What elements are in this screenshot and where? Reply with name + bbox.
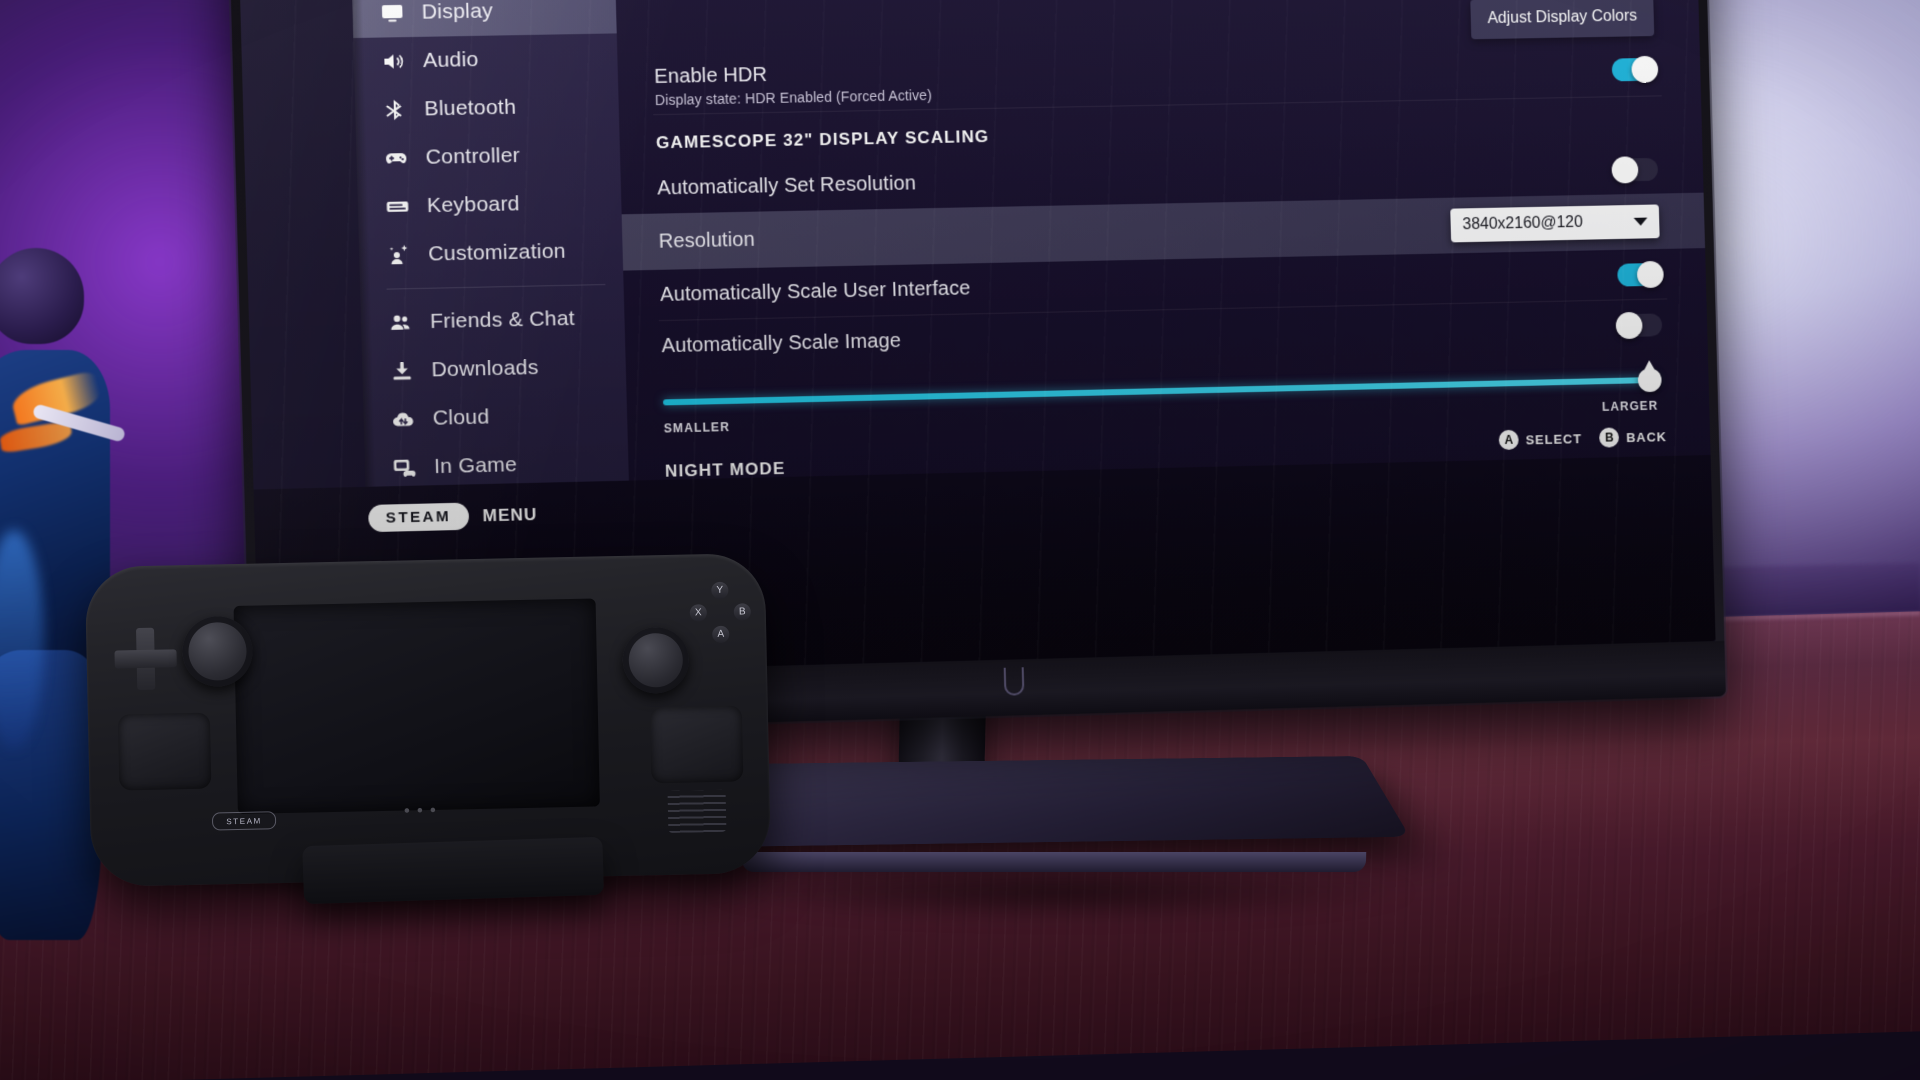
- keyboard-icon: [384, 193, 411, 220]
- resolution-dropdown[interactable]: 3840x2160@120: [1450, 204, 1660, 243]
- sidebar-item-label: Friends & Chat: [429, 306, 576, 334]
- toggle-knob: [1615, 311, 1643, 339]
- sidebar-item-bluetooth[interactable]: Bluetooth: [355, 82, 620, 135]
- monitor-icon: [379, 0, 406, 26]
- hdr-toggle[interactable]: [1611, 55, 1659, 83]
- dpad[interactable]: [114, 627, 177, 690]
- slider-knob[interactable]: [1637, 367, 1662, 393]
- y-button[interactable]: Y: [711, 581, 729, 600]
- adjust-display-colors-button[interactable]: Adjust Display Colors: [1470, 0, 1655, 40]
- auto-set-resolution-toggle[interactable]: [1611, 155, 1659, 184]
- sidebar-item-keyboard[interactable]: Keyboard: [357, 178, 622, 232]
- chevron-down-icon: [1633, 217, 1648, 226]
- in-game-icon: [391, 454, 418, 481]
- hint-back-label: BACK: [1625, 428, 1668, 445]
- sidebar-item-audio[interactable]: Audio: [353, 33, 618, 86]
- display-settings-panel: Enable Adaptive Brightness Adjust Displa…: [613, 0, 1711, 481]
- face-buttons[interactable]: Y X B A: [683, 581, 759, 657]
- slider-min-label: SMALLER: [663, 419, 731, 436]
- a-button[interactable]: A: [712, 625, 730, 644]
- hint-select[interactable]: A SELECT: [1498, 428, 1583, 451]
- speaker-icon: [380, 48, 407, 75]
- steam-deck: Y X B A STEAM: [84, 552, 772, 905]
- figurine-head: [0, 248, 84, 344]
- sidebar-item-controller[interactable]: Controller: [356, 130, 621, 183]
- right-trackpad[interactable]: [649, 705, 744, 784]
- gamepad-icon: [383, 145, 410, 172]
- settings-sidebar[interactable]: Notifications Display Audio: [350, 0, 629, 487]
- sidebar-divider: [386, 284, 606, 290]
- sidebar-item-cloud[interactable]: Cloud: [363, 390, 628, 444]
- hdr-display-state: Display state: HDR Enabled (Forced Activ…: [654, 86, 933, 109]
- monitor-stand-base: [699, 756, 1410, 848]
- a-button-icon: A: [1498, 429, 1519, 451]
- resolution-label: Resolution: [658, 228, 756, 253]
- sidebar-item-label: Cloud: [432, 405, 490, 430]
- hint-back[interactable]: B BACK: [1599, 426, 1668, 448]
- b-button-icon: B: [1599, 427, 1620, 448]
- sidebar-item-label: Customization: [427, 239, 567, 266]
- sidebar-item-label: Audio: [422, 47, 479, 73]
- people-icon: [387, 309, 414, 336]
- auto-scale-image-toggle[interactable]: [1615, 311, 1663, 339]
- auto-set-resolution-label: Automatically Set Resolution: [656, 171, 917, 200]
- sidebar-item-display[interactable]: Display: [351, 0, 617, 39]
- sidebar-item-label: Controller: [425, 143, 521, 169]
- deck-vent: [667, 789, 727, 833]
- sidebar-item-label: Downloads: [431, 355, 539, 382]
- sidebar-item-friends-chat[interactable]: Friends & Chat: [360, 294, 625, 348]
- sidebar-item-customization[interactable]: Customization: [359, 226, 624, 280]
- deck-steam-logo: STEAM: [211, 811, 277, 831]
- photo-scene: Notifications Display Audio: [0, 0, 1920, 1080]
- sidebar-item-label: Display: [421, 0, 494, 24]
- sidebar-item-label: Keyboard: [426, 192, 521, 218]
- slider-max-label: LARGER: [1601, 398, 1659, 414]
- button-hints: A SELECT B BACK: [1498, 426, 1668, 451]
- toggle-knob: [1636, 260, 1664, 288]
- deck-screen: [233, 598, 600, 815]
- toggle-knob: [1611, 155, 1639, 184]
- b-button[interactable]: B: [733, 603, 751, 621]
- menu-label: MENU: [482, 504, 538, 525]
- download-icon: [388, 358, 415, 385]
- monitor-stand-base-front: [741, 852, 1367, 872]
- sidebar-item-label: In Game: [433, 453, 518, 479]
- sparkle-person-icon: [385, 242, 412, 269]
- hint-select-label: SELECT: [1525, 430, 1583, 447]
- monitor-power-led: [1003, 667, 1025, 696]
- bluetooth-icon: [381, 97, 408, 124]
- auto-scale-image-label: Automatically Scale Image: [661, 329, 902, 357]
- resolution-dropdown-value: 3840x2160@120: [1462, 213, 1583, 234]
- left-trackpad[interactable]: [117, 712, 212, 791]
- deck-speaker-dots: [401, 805, 438, 815]
- steam-menu-hint[interactable]: STEAM MENU: [368, 501, 538, 533]
- hdr-label: Enable HDR: [653, 63, 768, 89]
- auto-scale-ui-label: Automatically Scale User Interface: [659, 276, 971, 306]
- deck-dock: [302, 836, 604, 905]
- sidebar-item-label: Bluetooth: [424, 95, 517, 121]
- steam-button-pill: STEAM: [368, 502, 469, 533]
- cloud-sync-icon: [390, 406, 417, 433]
- toggle-knob: [1631, 55, 1659, 83]
- auto-scale-ui-toggle[interactable]: [1617, 260, 1664, 288]
- x-button[interactable]: X: [689, 604, 707, 622]
- sidebar-item-downloads[interactable]: Downloads: [362, 342, 627, 396]
